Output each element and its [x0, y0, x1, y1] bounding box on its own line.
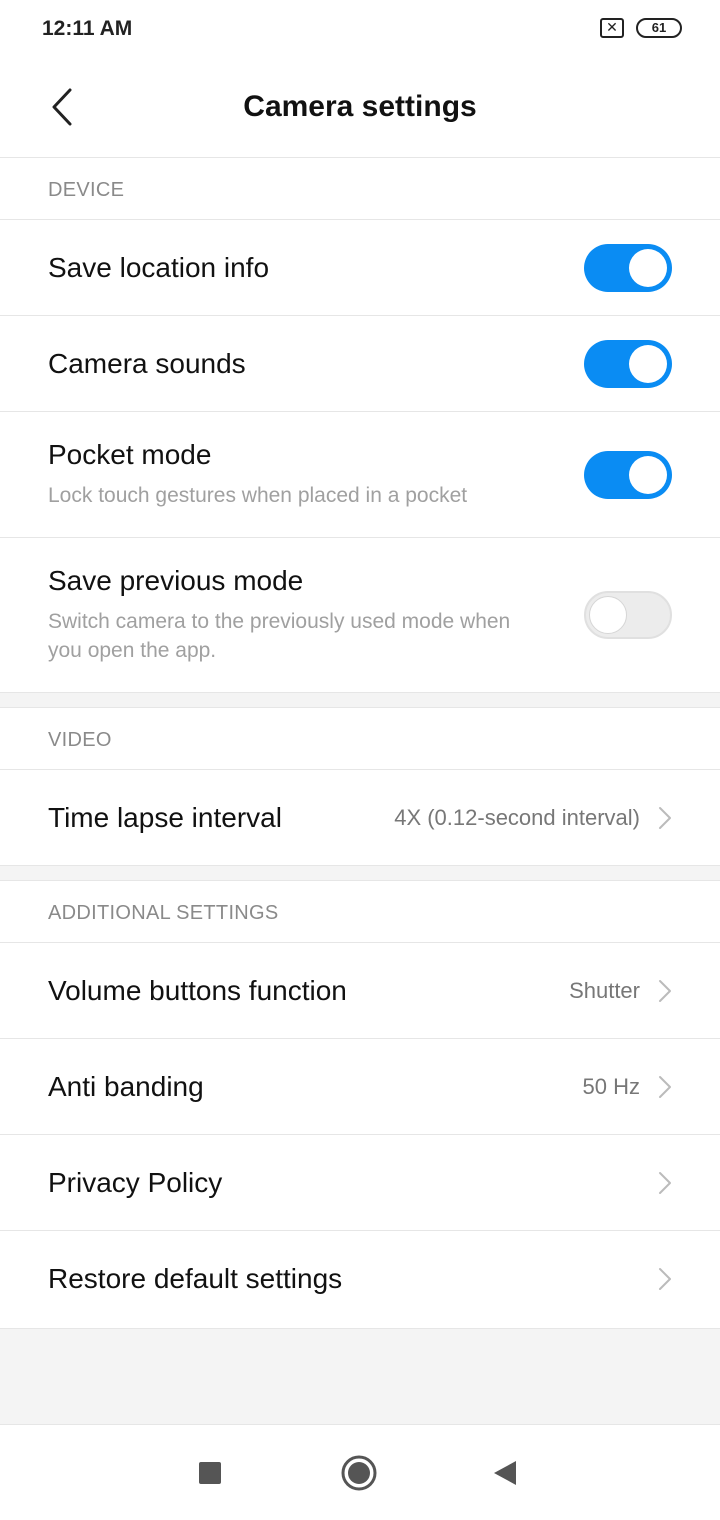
section-header-device: DEVICE — [0, 158, 720, 220]
square-icon — [199, 1462, 221, 1484]
row-right — [658, 1171, 672, 1195]
row-text: Anti banding — [48, 1071, 204, 1103]
section-device: DEVICE Save location info Camera sounds … — [0, 158, 720, 692]
row-value: 50 Hz — [582, 1073, 640, 1099]
row-right — [658, 1267, 672, 1291]
toggle-knob — [629, 344, 667, 383]
section-divider — [0, 865, 720, 881]
row-text: Volume buttons function — [48, 975, 347, 1007]
row-text: Save previous mode Switch camera to the … — [48, 565, 528, 665]
toggle-knob — [589, 596, 627, 634]
row-value: Shutter — [569, 977, 640, 1003]
save-previous-mode-toggle[interactable] — [584, 591, 672, 639]
row-title: Anti banding — [48, 1070, 204, 1102]
triangle-back-icon — [494, 1461, 516, 1485]
row-privacy-policy[interactable]: Privacy Policy — [0, 1135, 720, 1231]
status-time: 12:11 AM — [42, 17, 133, 40]
row-value: 4X (0.12-second interval) — [394, 804, 640, 830]
row-pocket-mode[interactable]: Pocket mode Lock touch gestures when pla… — [0, 412, 720, 538]
row-right: 50 Hz — [583, 1074, 672, 1100]
page-title: Camera settings — [243, 90, 477, 123]
row-title: Save location info — [48, 251, 270, 283]
section-additional: ADDITIONAL SETTINGS Volume buttons funct… — [0, 881, 720, 1327]
row-volume-buttons-function[interactable]: Volume buttons function Shutter — [0, 943, 720, 1039]
navigation-bar — [0, 1424, 720, 1520]
status-icons: ✕ 61 — [600, 18, 682, 38]
bottom-empty-area — [0, 1328, 720, 1424]
row-title: Pocket mode — [48, 439, 212, 470]
row-camera-sounds[interactable]: Camera sounds — [0, 316, 720, 412]
no-sim-icon: ✕ — [600, 18, 624, 38]
circle-icon — [341, 1455, 377, 1491]
section-header-video: VIDEO — [0, 708, 720, 770]
row-right: 4X (0.12-second interval) — [394, 805, 672, 831]
row-title: Privacy Policy — [48, 1166, 223, 1198]
row-text: Restore default settings — [48, 1263, 342, 1295]
row-subtitle: Switch camera to the previously used mod… — [48, 610, 511, 662]
status-bar: 12:11 AM ✕ 61 — [0, 0, 720, 60]
save-location-toggle[interactable] — [584, 243, 672, 292]
battery-icon: 61 — [636, 18, 682, 38]
row-save-location-info[interactable]: Save location info — [0, 220, 720, 316]
row-title: Volume buttons function — [48, 974, 347, 1006]
chevron-right-icon — [659, 1075, 671, 1098]
section-divider — [0, 692, 720, 708]
row-text: Pocket mode Lock touch gestures when pla… — [48, 439, 467, 510]
row-time-lapse-interval[interactable]: Time lapse interval 4X (0.12-second inte… — [0, 770, 720, 865]
row-text: Time lapse interval — [48, 802, 282, 834]
settings-list: DEVICE Save location info Camera sounds … — [0, 158, 720, 1327]
pocket-mode-toggle[interactable] — [584, 450, 672, 499]
chevron-right-icon — [659, 979, 671, 1002]
toggle-knob — [629, 455, 667, 494]
section-header-additional: ADDITIONAL SETTINGS — [0, 881, 720, 943]
chevron-right-icon — [659, 806, 671, 829]
chevron-right-icon — [659, 1268, 671, 1290]
row-title: Time lapse interval — [48, 801, 282, 833]
toggle-knob — [629, 248, 667, 287]
row-text: Privacy Policy — [48, 1167, 222, 1199]
row-text: Camera sounds — [48, 348, 246, 380]
row-save-previous-mode[interactable]: Save previous mode Switch camera to the … — [0, 538, 720, 692]
row-right: Shutter — [569, 978, 672, 1004]
row-restore-default-settings[interactable]: Restore default settings — [0, 1231, 720, 1327]
camera-sounds-toggle[interactable] — [584, 339, 672, 388]
screen: 12:11 AM ✕ 61 Camera settings DEVICE Sav… — [0, 0, 720, 1520]
row-title: Camera sounds — [48, 347, 246, 379]
row-title: Restore default settings — [48, 1263, 343, 1294]
row-subtitle: Lock touch gestures when placed in a poc… — [48, 484, 468, 507]
header: Camera settings — [0, 60, 720, 158]
row-title: Save previous mode — [48, 565, 304, 596]
section-video: VIDEO Time lapse interval 4X (0.12-secon… — [0, 708, 720, 865]
nav-back-button[interactable] — [484, 1451, 528, 1495]
recent-apps-button[interactable] — [188, 1451, 232, 1495]
chevron-right-icon — [659, 1171, 671, 1194]
row-text: Save location info — [48, 252, 269, 284]
row-anti-banding[interactable]: Anti banding 50 Hz — [0, 1039, 720, 1135]
home-button[interactable] — [337, 1451, 381, 1495]
